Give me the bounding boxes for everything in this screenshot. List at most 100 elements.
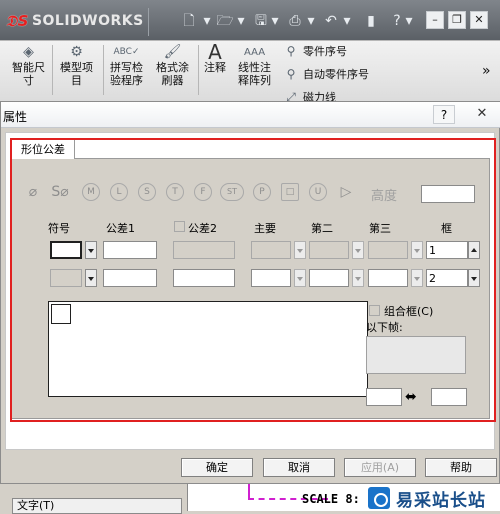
- preview-frame-cell: [51, 304, 71, 324]
- mmc-symbol-button[interactable]: M: [82, 183, 100, 201]
- square-symbol-button[interactable]: □: [281, 183, 299, 201]
- projected-tolerance-symbol-button[interactable]: P: [253, 183, 271, 201]
- linear-note-pattern-label: 线性注 释阵列: [238, 61, 271, 87]
- linear-pattern-icon: AAA: [243, 46, 266, 58]
- new-document-icon[interactable]: 🗋: [180, 12, 198, 30]
- solidworks-logo: 𝔇S SOLIDWORKS: [6, 10, 144, 32]
- dropdown-icon[interactable]: ▾: [236, 12, 246, 30]
- below-frame-list[interactable]: [366, 336, 466, 374]
- combine-frames-label: 组合框(C): [384, 305, 434, 318]
- tertiary-dropdown-1[interactable]: [411, 241, 423, 259]
- dropdown-icon[interactable]: ▾: [404, 12, 414, 30]
- open-icon[interactable]: 🗁: [216, 12, 234, 30]
- tolerance2-header: 公差2: [188, 222, 217, 235]
- linear-note-pattern-button[interactable]: AAA 线性注 释阵列: [238, 43, 271, 88]
- tertiary-dropdown-2[interactable]: [411, 269, 423, 287]
- frame-value-1: 1: [429, 244, 436, 257]
- spell-checker-button[interactable]: ABC✓ 拼写检 验程序: [110, 43, 143, 88]
- text-section-header[interactable]: 文字(T): [12, 498, 182, 514]
- below-frame-label: 以下帧:: [366, 321, 403, 334]
- smart-dimension-label: 智能尺 寸: [12, 61, 45, 87]
- apply-button[interactable]: 应用(A): [344, 458, 416, 477]
- restore-button[interactable]: ❐: [448, 11, 466, 29]
- tertiary-input-2[interactable]: [368, 269, 408, 287]
- save-icon[interactable]: 🖫: [252, 12, 270, 30]
- balloon-button[interactable]: ⚲ 零件序号: [283, 43, 347, 59]
- free-state-symbol-button[interactable]: F: [194, 183, 212, 201]
- frame-input-1[interactable]: 1: [426, 241, 468, 259]
- symbol-select-1[interactable]: [50, 241, 82, 259]
- primary-input-2[interactable]: [251, 269, 291, 287]
- height-input[interactable]: [421, 185, 475, 203]
- dialog-close-button[interactable]: ✕: [471, 105, 493, 124]
- close-window-button[interactable]: ✕: [470, 11, 488, 29]
- tertiary-input-1[interactable]: [368, 241, 408, 259]
- tolerance2-input-1[interactable]: [173, 241, 235, 259]
- traffic-light-icon[interactable]: ▮: [362, 12, 380, 30]
- primary-input-1[interactable]: [251, 241, 291, 259]
- ribbon-expand-button[interactable]: »: [482, 63, 491, 79]
- tangent-plane-symbol-button[interactable]: T: [166, 183, 184, 201]
- frame-dropdown-2[interactable]: [468, 269, 480, 287]
- balloon-icon: ⚲: [286, 44, 296, 58]
- model-items-icon: ⚙: [70, 43, 83, 60]
- symbol-header: 符号: [48, 222, 70, 235]
- tab-geometric-tolerance[interactable]: 形位公差: [11, 139, 75, 159]
- watermark-logo-icon: [368, 487, 390, 509]
- tolerance1-input-1[interactable]: [103, 241, 157, 259]
- ok-button[interactable]: 确定: [181, 458, 253, 477]
- rfs-symbol-button[interactable]: S: [138, 183, 156, 201]
- cancel-button[interactable]: 取消: [263, 458, 335, 477]
- secondary-input-2[interactable]: [309, 269, 349, 287]
- help-button[interactable]: 帮助: [425, 458, 497, 477]
- print-icon[interactable]: ⎙: [286, 12, 304, 30]
- tolerance1-input-2[interactable]: [103, 269, 157, 287]
- statistical-symbol-button[interactable]: ST: [220, 183, 244, 201]
- spherical-diameter-symbol-button[interactable]: S⌀: [48, 183, 72, 201]
- minimize-button[interactable]: –: [426, 11, 444, 29]
- frame-select-2[interactable]: 2: [426, 269, 468, 287]
- dropdown-icon[interactable]: ▾: [270, 12, 280, 30]
- double-arrow-icon: ⬌: [405, 389, 417, 405]
- secondary-dropdown-2[interactable]: [352, 269, 364, 287]
- title-separator: [148, 8, 149, 36]
- primary-dropdown-1[interactable]: [294, 241, 306, 259]
- unequal-profile-symbol-button[interactable]: U: [309, 183, 327, 201]
- frame-height-input[interactable]: [431, 388, 467, 406]
- lmc-symbol-button[interactable]: L: [110, 183, 128, 201]
- model-items-button[interactable]: ⚙ 模型项 目: [60, 43, 93, 88]
- spell-checker-label: 拼写检 验程序: [110, 61, 143, 87]
- symbol-dropdown-2[interactable]: [85, 269, 97, 287]
- tolerance2-checkbox[interactable]: [174, 221, 185, 232]
- secondary-header: 第二: [311, 222, 333, 235]
- format-painter-button[interactable]: 🖌 格式涂 刷器: [156, 43, 189, 88]
- secondary-dropdown-1[interactable]: [352, 241, 364, 259]
- frame-width-input[interactable]: [366, 388, 402, 406]
- auto-balloon-button[interactable]: ⚲ 自动零件序号: [283, 66, 369, 82]
- all-around-symbol-button[interactable]: ▷: [337, 183, 355, 201]
- symbol-select-2[interactable]: [50, 269, 82, 287]
- smart-dimension-button[interactable]: ◈ 智能尺 寸: [12, 43, 45, 88]
- undo-icon[interactable]: ↶: [322, 12, 340, 30]
- note-button[interactable]: A 注释: [204, 42, 226, 75]
- frame-spinner-1[interactable]: [468, 241, 480, 259]
- format-painter-icon: 🖌: [163, 43, 182, 60]
- dropdown-icon[interactable]: ▾: [342, 12, 352, 30]
- tolerance1-header: 公差1: [106, 222, 135, 235]
- solidworks-window: 𝔇S SOLIDWORKS 🗋 ▾ 🗁 ▾ 🖫 ▾ ⎙ ▾ ↶ ▾ ▮ ? ▾ …: [0, 0, 500, 104]
- dropdown-icon[interactable]: ▾: [306, 12, 316, 30]
- tolerance2-input-2[interactable]: [173, 269, 235, 287]
- symbol-dropdown-1[interactable]: [85, 241, 97, 259]
- frame-value-2: 2: [429, 272, 436, 285]
- primary-header: 主要: [254, 222, 276, 235]
- dialog-help-button[interactable]: ?: [433, 105, 455, 124]
- watermark-text: 易采站长站: [396, 490, 486, 511]
- combine-frames-checkbox[interactable]: [369, 305, 380, 316]
- dropdown-icon[interactable]: ▾: [202, 12, 212, 30]
- drawing-area-strip: 文字(T) SCALE 8:1 易采站长站: [0, 484, 500, 514]
- secondary-input-1[interactable]: [309, 241, 349, 259]
- primary-dropdown-2[interactable]: [294, 269, 306, 287]
- diameter-symbol-button[interactable]: ⌀: [24, 183, 42, 201]
- spell-check-icon: ABC✓: [113, 46, 140, 57]
- tertiary-header: 第三: [369, 222, 391, 235]
